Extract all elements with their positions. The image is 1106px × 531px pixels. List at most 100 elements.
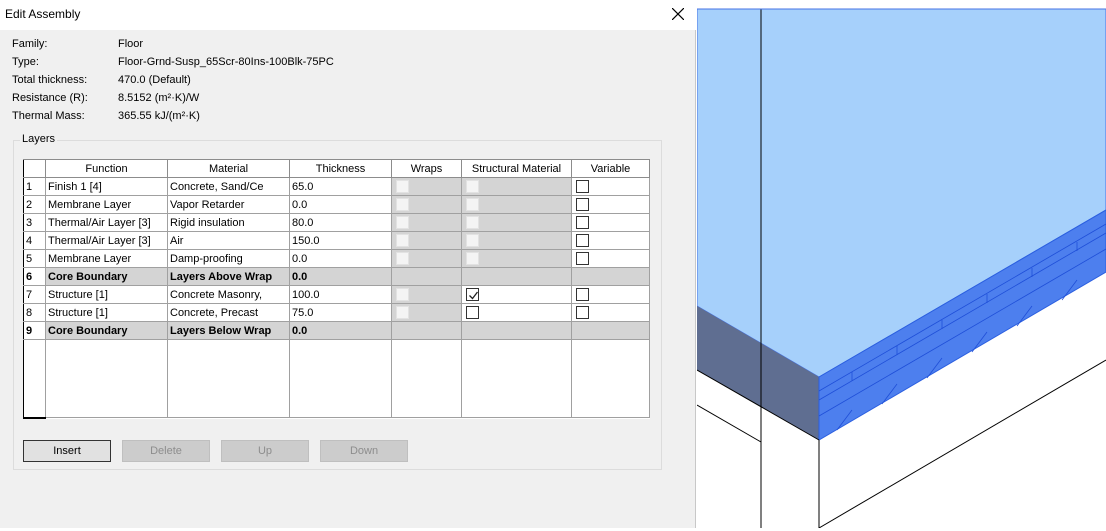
function-cell[interactable]: Finish 1 [4]	[45, 177, 168, 196]
function-cell[interactable]: Structure [1]	[45, 285, 168, 304]
thickness-cell[interactable]: 150.0	[289, 231, 392, 250]
material-cell[interactable]: Air	[167, 231, 290, 250]
empty-cell	[391, 339, 462, 418]
wraps-checkbox	[396, 252, 409, 265]
structural-checkbox[interactable]	[466, 288, 479, 301]
variable-cell	[571, 321, 650, 340]
wraps-cell	[391, 231, 462, 250]
wraps-checkbox	[396, 198, 409, 211]
structural-cell[interactable]	[461, 285, 572, 304]
table-row[interactable]: 1 Finish 1 [4] Concrete, Sand/Ce 65.0	[23, 177, 650, 196]
thickness-cell[interactable]: 0.0	[289, 249, 392, 268]
variable-checkbox[interactable]	[576, 198, 589, 211]
material-cell[interactable]: Damp-proofing	[167, 249, 290, 268]
family-label: Family:	[12, 38, 48, 50]
variable-checkbox[interactable]	[576, 288, 589, 301]
wraps-cell	[391, 195, 462, 214]
thickness-cell[interactable]: 65.0	[289, 177, 392, 196]
thickness-cell[interactable]: 0.0	[289, 195, 392, 214]
row-number-header	[23, 159, 46, 178]
wraps-cell	[391, 303, 462, 322]
empty-cell	[571, 339, 650, 418]
function-cell[interactable]: Membrane Layer	[45, 249, 168, 268]
floor-slab-3d-view	[696, 0, 1106, 529]
row-number[interactable]: 4	[23, 231, 46, 250]
material-cell[interactable]: Rigid insulation	[167, 213, 290, 232]
row-number[interactable]: 6	[23, 267, 46, 286]
variable-checkbox[interactable]	[576, 216, 589, 229]
structural-checkbox	[466, 216, 479, 229]
title-bar: Edit Assembly	[0, 0, 696, 30]
structural-checkbox[interactable]	[466, 306, 479, 319]
column-header-wraps[interactable]: Wraps	[391, 159, 462, 178]
material-cell[interactable]: Concrete Masonry,	[167, 285, 290, 304]
material-cell[interactable]: Concrete, Sand/Ce	[167, 177, 290, 196]
wraps-checkbox	[396, 306, 409, 319]
function-cell[interactable]: Thermal/Air Layer [3]	[45, 231, 168, 250]
material-cell[interactable]: Vapor Retarder	[167, 195, 290, 214]
variable-cell[interactable]	[571, 231, 650, 250]
row-number[interactable]: 1	[23, 177, 46, 196]
row-number[interactable]: 8	[23, 303, 46, 322]
core-boundary-row[interactable]: 9 Core Boundary Layers Below Wrap 0.0	[23, 321, 650, 340]
thickness-cell[interactable]: 75.0	[289, 303, 392, 322]
layers-table: Function Material Thickness Wraps Struct…	[23, 159, 650, 419]
row-number[interactable]: 2	[23, 195, 46, 214]
table-row[interactable]: 2 Membrane Layer Vapor Retarder 0.0	[23, 195, 650, 214]
insert-button[interactable]: Insert	[23, 440, 111, 462]
function-cell[interactable]: Structure [1]	[45, 303, 168, 322]
thermal-mass-label: Thermal Mass:	[12, 110, 85, 122]
variable-cell[interactable]	[571, 195, 650, 214]
row-number[interactable]: 9	[23, 321, 46, 340]
assembly-preview-viewport[interactable]	[696, 0, 1106, 529]
column-header-variable[interactable]: Variable	[571, 159, 650, 178]
wraps-cell	[391, 177, 462, 196]
table-row[interactable]: 7 Structure [1] Concrete Masonry, 100.0	[23, 285, 650, 304]
material-cell[interactable]: Concrete, Precast	[167, 303, 290, 322]
close-button[interactable]	[664, 1, 692, 27]
variable-cell[interactable]	[571, 177, 650, 196]
variable-checkbox[interactable]	[576, 180, 589, 193]
empty-table-area	[23, 339, 650, 419]
wraps-checkbox	[396, 180, 409, 193]
variable-checkbox[interactable]	[576, 306, 589, 319]
column-header-function[interactable]: Function	[45, 159, 168, 178]
variable-checkbox[interactable]	[576, 252, 589, 265]
empty-cell	[23, 339, 46, 419]
structural-cell	[461, 213, 572, 232]
thickness-cell[interactable]: 80.0	[289, 213, 392, 232]
column-header-material[interactable]: Material	[167, 159, 290, 178]
variable-cell[interactable]	[571, 213, 650, 232]
row-number[interactable]: 5	[23, 249, 46, 268]
column-header-thickness[interactable]: Thickness	[289, 159, 392, 178]
family-value: Floor	[118, 38, 144, 50]
function-cell[interactable]: Membrane Layer	[45, 195, 168, 214]
structural-checkbox	[466, 234, 479, 247]
variable-cell[interactable]	[571, 303, 650, 322]
thermal-mass-value: 365.55 kJ/(m²·K)	[118, 110, 200, 122]
variable-cell[interactable]	[571, 249, 650, 268]
type-label: Type:	[12, 56, 39, 68]
thickness-cell[interactable]: 100.0	[289, 285, 392, 304]
up-button[interactable]: Up	[221, 440, 309, 462]
table-row[interactable]: 3 Thermal/Air Layer [3] Rigid insulation…	[23, 213, 650, 232]
layers-group-label: Layers	[20, 133, 58, 145]
column-header-structural-material[interactable]: Structural Material	[461, 159, 572, 178]
empty-cell	[289, 339, 392, 418]
table-row[interactable]: 4 Thermal/Air Layer [3] Air 150.0	[23, 231, 650, 250]
variable-checkbox[interactable]	[576, 234, 589, 247]
row-number[interactable]: 7	[23, 285, 46, 304]
table-row[interactable]: 8 Structure [1] Concrete, Precast 75.0	[23, 303, 650, 322]
delete-button[interactable]: Delete	[122, 440, 210, 462]
variable-cell	[571, 267, 650, 286]
thickness-cell: 0.0	[289, 267, 392, 286]
down-button[interactable]: Down	[320, 440, 408, 462]
variable-cell[interactable]	[571, 285, 650, 304]
structural-cell[interactable]	[461, 303, 572, 322]
material-cell: Layers Below Wrap	[167, 321, 290, 340]
core-boundary-row[interactable]: 6 Core Boundary Layers Above Wrap 0.0	[23, 267, 650, 286]
function-cell[interactable]: Thermal/Air Layer [3]	[45, 213, 168, 232]
wraps-cell	[391, 213, 462, 232]
row-number[interactable]: 3	[23, 213, 46, 232]
table-row[interactable]: 5 Membrane Layer Damp-proofing 0.0	[23, 249, 650, 268]
